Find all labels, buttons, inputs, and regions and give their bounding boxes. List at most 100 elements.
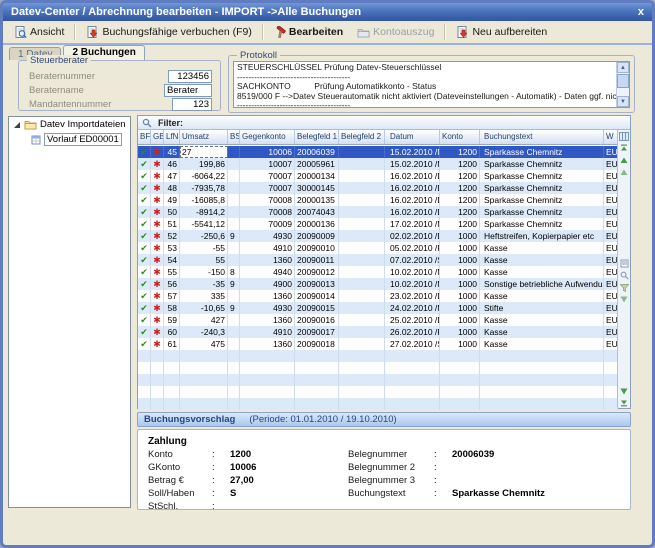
table-row[interactable]: ✔✱56-35949002009001310.02.2010 /Mi1000So… <box>138 278 618 290</box>
scroll-up-arrow-icon[interactable] <box>619 155 630 165</box>
ansicht-button[interactable]: Ansicht <box>7 23 71 41</box>
cell-datum: 05.02.2010 /Fr <box>385 242 440 254</box>
close-button[interactable]: x <box>638 3 644 21</box>
cell-lfnr: 59 <box>164 314 180 326</box>
table-row[interactable]: ✔✱47-6064,22700072000013416.02.2010 /Di1… <box>138 170 618 182</box>
umsatz-edit-cell[interactable]: 27 <box>180 146 228 158</box>
table-row[interactable]: ✔✱545513602009001107.02.2010 /So1000Kass… <box>138 254 618 266</box>
toolbar: Ansicht Buchungsfähige verbuchen (F9) Bear… <box>3 21 652 43</box>
table-row[interactable]: ✔✱5942713602009001625.02.2010 /Do1000Kas… <box>138 314 618 326</box>
column-header-gb[interactable]: GB <box>151 130 164 144</box>
filter-row-icon[interactable] <box>619 283 630 293</box>
cell-w: EU <box>604 266 618 278</box>
column-header-bs[interactable]: BS <box>228 130 240 144</box>
post-icon <box>86 26 99 38</box>
cell-belegfeld2 <box>339 266 385 278</box>
error-star-icon: ✱ <box>153 243 161 253</box>
cell-bf: ✔ <box>138 146 151 158</box>
cell-bf <box>138 362 151 374</box>
cell-umsatz: 427 <box>180 314 228 326</box>
cell-umsatz: -6064,22 <box>180 170 228 182</box>
column-header-buchungstext[interactable]: Buchungstext <box>480 130 604 144</box>
mandantennummer-field[interactable]: 123 <box>172 98 212 111</box>
table-row[interactable]: ✔✱52-250,6949302009000902.02.2010 /Di100… <box>138 230 618 242</box>
cell-gb: ✱ <box>151 254 164 266</box>
scroll-down-icon[interactable]: ▼ <box>617 96 629 107</box>
scroll-bottom-icon[interactable] <box>619 398 630 408</box>
column-header-datum[interactable]: Datum <box>385 130 440 144</box>
column-chooser-icon[interactable] <box>619 131 630 141</box>
protokoll-scrollbar[interactable]: ▲ ▼ <box>616 62 629 107</box>
posted-check-icon: ✔ <box>140 219 148 229</box>
posted-check-icon: ✔ <box>140 183 148 193</box>
cell-gegenkonto: 4900 <box>240 278 295 290</box>
cell-konto: 1000 <box>440 302 480 314</box>
cell-bs <box>228 242 240 254</box>
table-row[interactable]: ✔✱55-150849402009001210.02.2010 /Mi1000K… <box>138 266 618 278</box>
table-row[interactable]: ✔✱48-7935,78700073000014516.02.2010 /Di1… <box>138 182 618 194</box>
verbuchen-button[interactable]: Buchungsfähige verbuchen (F9) <box>79 23 258 41</box>
column-header-bf[interactable]: BF <box>138 130 151 144</box>
column-header-w[interactable]: W <box>604 130 618 144</box>
cell-belegfeld2 <box>339 170 385 182</box>
scroll-down2-icon[interactable] <box>619 386 630 396</box>
cell-bf: ✔ <box>138 326 151 338</box>
scroll-down-arrow-icon[interactable] <box>619 295 630 305</box>
scrollbar-thumb[interactable] <box>617 74 629 88</box>
neu-aufbereiten-button[interactable]: Neu aufbereiten <box>449 23 554 41</box>
expand-triangle-icon[interactable] <box>13 121 21 129</box>
column-header-belegfeld1[interactable]: Belegfeld 1 <box>295 130 339 144</box>
cell-belegfeld2 <box>339 290 385 302</box>
cell-gb: ✱ <box>151 170 164 182</box>
cell-buchungstext: Sparkasse Chemnitz <box>480 158 604 170</box>
cell-datum: 16.02.2010 /Di <box>385 182 440 194</box>
cell-buchungstext: Sonstige betriebliche Aufwendu <box>480 278 604 290</box>
cell-belegfeld1: 20090009 <box>295 230 339 242</box>
cell-belegfeld2 <box>339 398 385 410</box>
left-field-row: Konto:1200 <box>148 449 348 462</box>
column-header-umsatz[interactable]: Umsatz <box>180 130 228 144</box>
scroll-up-arrow2-icon[interactable] <box>619 167 630 177</box>
search-icon[interactable] <box>619 271 630 281</box>
cell-konto: 1000 <box>440 314 480 326</box>
posted-check-icon: ✔ <box>140 303 148 313</box>
bearbeiten-button[interactable]: Bearbeiten <box>267 23 350 41</box>
column-header-konto[interactable]: Konto <box>440 130 480 144</box>
edit-icon <box>274 26 286 38</box>
beraternummer-field[interactable]: 123456 <box>168 70 212 83</box>
tree-item-vorlauf[interactable]: Vorlauf ED00001 <box>9 132 130 147</box>
column-header-belegfeld2[interactable]: Belegfeld 2 <box>339 130 385 144</box>
table-row[interactable]: ✔✱58-10,65949302009001524.02.2010 /Mi100… <box>138 302 618 314</box>
table-row[interactable]: ✔✱60-240,349102009001726.02.2010 /Fr1000… <box>138 326 618 338</box>
table-row[interactable]: ✔✱4527100062000603915.02.2010 /Mo1200Spa… <box>138 146 618 158</box>
cell-bs <box>228 362 240 374</box>
cell-belegfeld1: 20090010 <box>295 242 339 254</box>
protokoll-legend: Protokoll <box>237 50 280 61</box>
table-row[interactable]: ✔✱50-8914,2700082007404316.02.2010 /Di12… <box>138 206 618 218</box>
cell-bf: ✔ <box>138 290 151 302</box>
edit-row-icon[interactable] <box>619 259 630 269</box>
error-star-icon: ✱ <box>153 207 161 217</box>
cell-bf: ✔ <box>138 206 151 218</box>
table-row[interactable]: ✔✱5733513602009001423.02.2010 /Di1000Kas… <box>138 290 618 302</box>
scroll-top-icon[interactable] <box>619 143 630 153</box>
scroll-up-icon[interactable]: ▲ <box>617 62 629 73</box>
error-star-icon: ✱ <box>153 183 161 193</box>
ansicht-label: Ansicht <box>30 26 64 38</box>
error-star-icon: ✱ <box>153 231 161 241</box>
table-row[interactable]: ✔✱51-5541,12700092000013617.02.2010 /Mi1… <box>138 218 618 230</box>
cell-buchungstext: Sparkasse Chemnitz <box>480 170 604 182</box>
column-header-lfnr[interactable]: LfNr. <box>164 130 180 144</box>
filter-bar[interactable]: Filter: <box>138 116 630 130</box>
table-row[interactable]: ✔✱46199,86100072000596115.02.2010 /Mo120… <box>138 158 618 170</box>
left-field-row: StSchl.: <box>148 501 348 514</box>
cell-buchungstext: Stifte <box>480 302 604 314</box>
cell-bs <box>228 386 240 398</box>
tree-root-datev-importdateien[interactable]: Datev Importdateien <box>9 117 130 132</box>
table-row[interactable]: ✔✱6147513602009001827.02.2010 /Sa1000Kas… <box>138 338 618 350</box>
table-row[interactable]: ✔✱49-16085,8700082000013516.02.2010 /Di1… <box>138 194 618 206</box>
column-header-gegenkonto[interactable]: Gegenkonto <box>240 130 295 144</box>
table-row[interactable]: ✔✱53-5549102009001005.02.2010 /Fr1000Kas… <box>138 242 618 254</box>
vorschlag-left-column: Zahlung Konto:1200GKonto:10006Betrag €:2… <box>148 436 348 503</box>
beratername-field[interactable]: Berater <box>164 84 212 97</box>
